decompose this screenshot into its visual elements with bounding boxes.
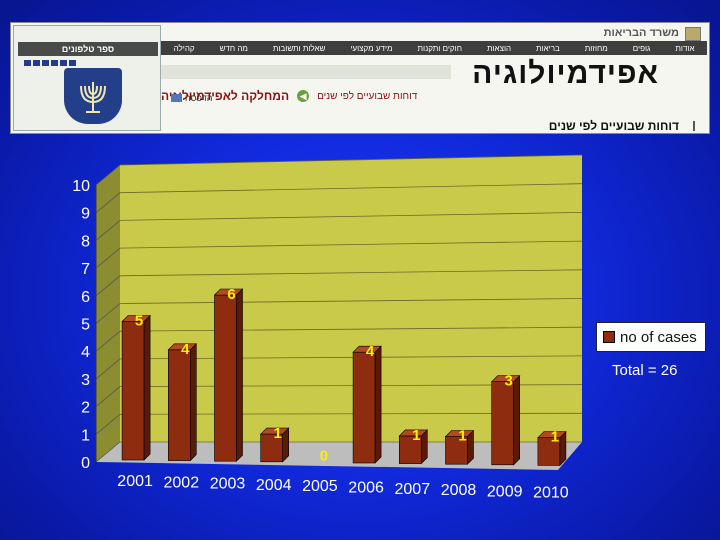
data-label: 1 [274, 425, 282, 442]
bar-side [190, 343, 197, 462]
x-tick-label: 2001 [117, 473, 153, 490]
chart-legend: no of cases [596, 322, 706, 352]
bar-front [214, 294, 237, 462]
x-tick-label: 2004 [256, 477, 292, 494]
total-annotation: Total = 26 [612, 362, 678, 379]
data-label: 3 [505, 373, 513, 390]
y-tick-label: 5 [81, 317, 90, 334]
data-label: 1 [412, 427, 420, 444]
bar-front [491, 381, 515, 466]
bar-front [168, 349, 191, 461]
legend-swatch [603, 331, 615, 343]
y-tick-label: 1 [81, 427, 90, 444]
x-tick-label: 2010 [533, 485, 569, 502]
y-tick-label: 3 [81, 372, 90, 389]
x-tick-label: 2009 [487, 483, 523, 500]
y-tick-label: 4 [81, 344, 90, 361]
y-tick-label: 7 [81, 261, 90, 278]
y-tick-label: 10 [72, 178, 90, 195]
x-tick-label: 2002 [164, 474, 200, 491]
y-tick-label: 0 [81, 455, 90, 472]
bar-front [121, 321, 145, 461]
data-label: 1 [458, 428, 466, 445]
y-tick-label: 9 [81, 206, 90, 223]
y-tick-label: 8 [81, 233, 90, 250]
data-label: 4 [181, 341, 190, 358]
bar-front [352, 351, 376, 464]
y-tick-label: 6 [81, 289, 90, 306]
data-label: 1 [551, 429, 559, 446]
x-tick-label: 2005 [302, 478, 338, 495]
bar-chart: 0 1 2 3 4 5 6 7 8 9 10 5 2001 4 2002 6 2003 1 2004 0 2005 4 20… [72, 154, 583, 502]
y-tick-label: 2 [81, 400, 90, 417]
x-tick-label: 2007 [395, 481, 431, 498]
x-tick-label: 2008 [441, 482, 477, 499]
data-label: 4 [366, 343, 375, 360]
data-label: 6 [227, 286, 235, 303]
bar-side [143, 314, 151, 461]
x-tick-label: 2003 [210, 476, 246, 493]
bar-side [374, 345, 382, 464]
data-label: 0 [320, 447, 328, 464]
legend-label: no of cases [620, 328, 697, 346]
data-label: 5 [135, 313, 143, 330]
bar-side [513, 374, 521, 466]
x-tick-label: 2006 [348, 480, 384, 497]
bar-side [236, 288, 243, 462]
